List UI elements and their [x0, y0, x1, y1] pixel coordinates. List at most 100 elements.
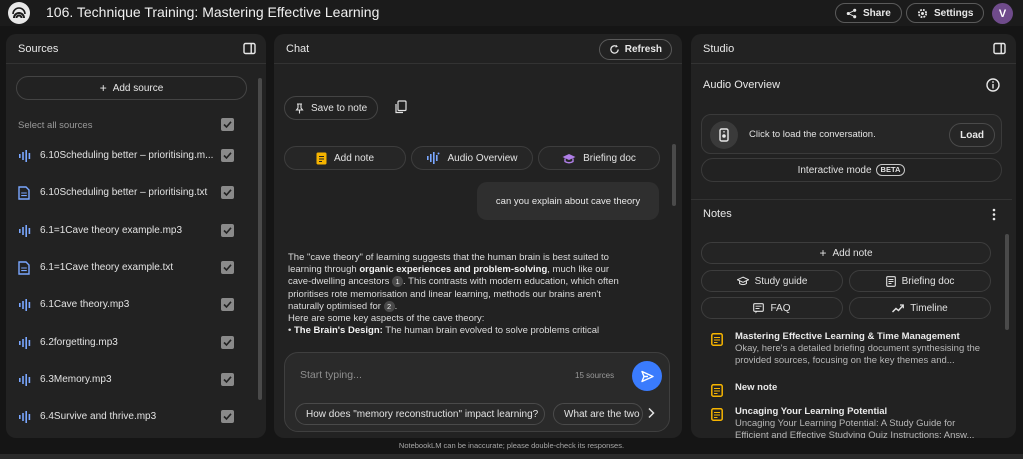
audio-icon: [18, 410, 32, 424]
load-button[interactable]: Load: [949, 123, 995, 147]
study-guide-label: Study guide: [754, 275, 808, 287]
notebook-title[interactable]: 106. Technique Training: Mastering Effec…: [46, 4, 379, 20]
note-icon: [711, 408, 723, 424]
pin-icon: [295, 102, 304, 113]
source-checkbox[interactable]: [221, 373, 234, 386]
notebooklm-logo-icon[interactable]: [8, 2, 30, 24]
collapse-panel-icon[interactable]: [243, 42, 256, 58]
notes-scrollbar[interactable]: [1005, 234, 1009, 330]
faq-label: FAQ: [770, 302, 791, 314]
document-icon: [18, 186, 32, 200]
more-vert-icon[interactable]: [992, 208, 996, 224]
briefing-doc-chip[interactable]: Briefing doc: [538, 146, 660, 170]
disclaimer: NotebookLM can be inaccurate; please dou…: [398, 441, 625, 450]
answer-bullet: • The Brain's Design: The human brain ev…: [288, 325, 600, 337]
chevron-right-icon[interactable]: [647, 407, 655, 422]
note-title: Uncaging Your Learning Potential: [735, 406, 888, 417]
source-item[interactable]: 6.4Survive and thrive.mp3: [6, 407, 254, 427]
beta-badge: BETA: [875, 164, 906, 176]
source-label: 6.10Scheduling better – prioritising.m..…: [40, 150, 214, 161]
study-guide-button[interactable]: Study guide: [701, 270, 843, 292]
audio-icon: [18, 298, 32, 312]
note-item[interactable]: Mastering Effective Learning & Time Mana…: [701, 331, 991, 371]
add-note-button[interactable]: + Add note: [701, 242, 991, 264]
chat-scrollbar[interactable]: [672, 144, 676, 206]
source-label: 6.1Cave theory.mp3: [40, 299, 130, 310]
avatar[interactable]: V: [992, 3, 1013, 24]
studio-title: Studio: [703, 42, 735, 55]
timeline-button[interactable]: Timeline: [849, 297, 991, 319]
graduation-cap-icon: [562, 153, 576, 163]
settings-button[interactable]: Settings: [906, 3, 985, 23]
add-source-button[interactable]: + Add source: [16, 76, 247, 100]
suggested-question[interactable]: What are the two: [553, 403, 643, 425]
assistant-answer: The "cave theory" of learning suggests t…: [288, 252, 624, 354]
note-item[interactable]: New note: [701, 382, 991, 398]
note-title: New note: [735, 382, 778, 393]
top-bar: 106. Technique Training: Mastering Effec…: [0, 0, 1023, 26]
source-item[interactable]: 6.1Cave theory.mp3: [6, 295, 254, 315]
note-preview: Uncaging Your Learning Potential: A Stud…: [735, 418, 975, 438]
podcast-icon: [710, 121, 738, 149]
collapse-panel-icon[interactable]: [993, 42, 1006, 58]
chat-header: Chat Refresh: [274, 34, 682, 64]
add-source-label: Add source: [112, 82, 164, 94]
source-item[interactable]: 6.10Scheduling better – prioritising.m..…: [6, 146, 254, 166]
notes-title: Notes: [703, 208, 732, 220]
citation-badge[interactable]: 2: [383, 300, 395, 312]
copy-icon[interactable]: [394, 100, 407, 117]
trend-icon: [892, 303, 905, 312]
share-label: Share: [863, 7, 891, 19]
source-label: 6.1=1Cave theory example.mp3: [40, 225, 183, 236]
source-item[interactable]: 6.2forgetting.mp3: [6, 333, 254, 353]
interactive-mode-button[interactable]: Interactive mode BETA: [701, 158, 1002, 182]
source-checkbox[interactable]: [221, 224, 234, 237]
faq-button[interactable]: FAQ: [701, 297, 843, 319]
studio-header: Studio: [691, 34, 1016, 64]
info-icon[interactable]: [986, 78, 1000, 95]
note-item[interactable]: Uncaging Your Learning Potential Uncagin…: [701, 406, 991, 438]
select-all-checkbox[interactable]: [221, 118, 234, 131]
send-button[interactable]: [632, 361, 662, 391]
sources-scrollbar[interactable]: [258, 78, 262, 400]
source-checkbox[interactable]: [221, 261, 234, 274]
share-button[interactable]: Share: [835, 3, 902, 23]
briefing-doc-button[interactable]: Briefing doc: [849, 270, 991, 292]
save-to-note-button[interactable]: Save to note: [284, 96, 379, 120]
source-item[interactable]: 6.1=1Cave theory example.mp3: [6, 221, 254, 241]
add-note-chip[interactable]: Add note: [284, 146, 406, 170]
source-checkbox[interactable]: [221, 186, 234, 199]
citation-badge[interactable]: 1: [392, 276, 404, 288]
chat-title: Chat: [286, 42, 310, 55]
answer-text: Here are some key aspects of the cave th…: [288, 313, 485, 325]
audio-icon: [18, 149, 32, 163]
source-label: 6.10Scheduling better – prioritising.txt: [40, 187, 208, 198]
send-icon: [640, 370, 654, 382]
answer-bold: organic experiences and problem-solving: [359, 264, 548, 276]
briefing-doc-label: Briefing doc: [901, 275, 955, 287]
plus-icon: +: [819, 246, 827, 260]
source-checkbox[interactable]: [221, 298, 234, 311]
source-item[interactable]: 6.10Scheduling better – prioritising.txt: [6, 183, 254, 203]
source-label: 6.4Survive and thrive.mp3: [40, 411, 157, 422]
refresh-button[interactable]: Refresh: [598, 39, 672, 60]
audio-icon: [18, 336, 32, 350]
gear-icon: [917, 8, 928, 18]
source-label: 6.2forgetting.mp3: [40, 337, 118, 348]
source-checkbox[interactable]: [221, 149, 234, 162]
audio-overview-chip[interactable]: Audio Overview: [411, 146, 533, 170]
load-conversation-text: Click to load the conversation.: [749, 129, 876, 140]
chat-input[interactable]: Start typing...: [300, 369, 362, 381]
user-message: can you explain about cave theory: [477, 182, 659, 220]
sources-title: Sources: [18, 42, 59, 55]
interactive-mode-label: Interactive mode: [797, 164, 872, 176]
audio-icon: [18, 373, 32, 387]
source-checkbox[interactable]: [221, 336, 234, 349]
suggested-question[interactable]: How does "memory reconstruction" impact …: [295, 403, 545, 425]
chat-panel: Chat Refresh Save to note Add note Audio…: [274, 34, 682, 438]
source-item[interactable]: 6.1=1Cave theory example.txt: [6, 258, 254, 278]
refresh-icon: [610, 44, 619, 54]
source-item[interactable]: 6.3Memory.mp3: [6, 370, 254, 390]
select-all-label: Select all sources: [18, 120, 93, 131]
source-checkbox[interactable]: [221, 410, 234, 423]
